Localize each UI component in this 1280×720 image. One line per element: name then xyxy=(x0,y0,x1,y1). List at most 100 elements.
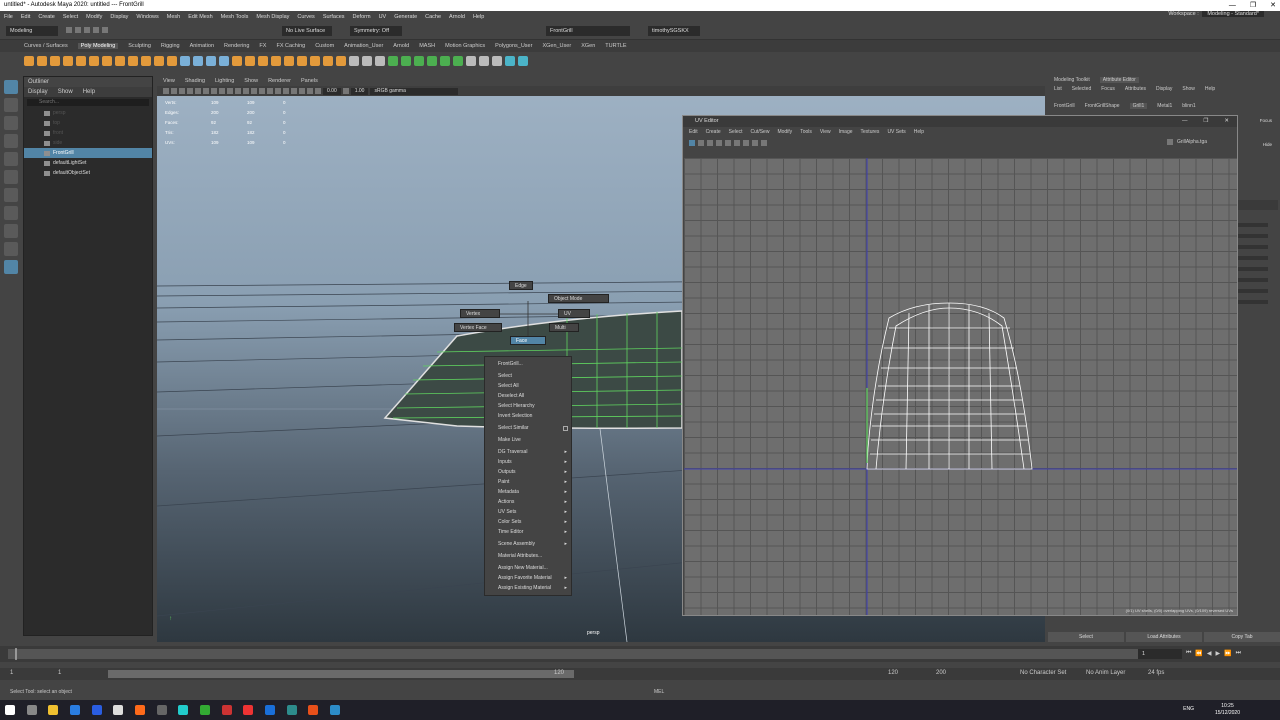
mm-vertex[interactable]: Vertex xyxy=(460,309,500,318)
multi-cut-icon[interactable] xyxy=(310,56,320,66)
fps-dropdown[interactable]: 24 fps xyxy=(1148,670,1164,676)
ae-node-tab[interactable]: FrontGrill xyxy=(1054,103,1075,109)
uv-unfold-icon[interactable] xyxy=(440,56,450,66)
lasso-tool-icon[interactable] xyxy=(4,98,18,112)
live-surface-field[interactable]: No Live Surface xyxy=(282,26,332,36)
app-icon[interactable] xyxy=(308,705,319,715)
context-menu-item[interactable]: Select xyxy=(485,371,571,381)
shelf-tab[interactable]: TURTLE xyxy=(605,43,626,49)
end-frame-1[interactable]: 120 xyxy=(888,670,898,676)
tab-modeling-toolkit[interactable]: Modeling Toolkit xyxy=(1054,77,1090,83)
outliner-item[interactable]: defaultObjectSet xyxy=(24,168,152,178)
outliner-layout-icon[interactable] xyxy=(4,260,18,274)
ae-field[interactable] xyxy=(1238,300,1268,304)
rotate-tool-icon[interactable] xyxy=(4,152,18,166)
app-icon[interactable] xyxy=(243,705,254,715)
uv-menu-uv-sets[interactable]: UV Sets xyxy=(887,129,905,135)
single-layout-icon[interactable] xyxy=(4,206,18,220)
ae-menu-selected[interactable]: Selected xyxy=(1072,86,1091,92)
step-forward-icon[interactable]: ⏩ xyxy=(1224,650,1231,657)
ae-menu-display[interactable]: Display xyxy=(1156,86,1172,92)
merge-icon[interactable] xyxy=(284,56,294,66)
xray-icon[interactable] xyxy=(299,88,305,94)
ae-focus-button[interactable]: Focus xyxy=(1260,118,1272,123)
ae-menu-list[interactable]: List xyxy=(1054,86,1062,92)
scale-tool-icon[interactable] xyxy=(4,170,18,184)
ae-field[interactable] xyxy=(1238,245,1268,249)
option-box-icon[interactable] xyxy=(563,426,568,431)
menu-modify[interactable]: Modify xyxy=(86,14,102,20)
menu-surfaces[interactable]: Surfaces xyxy=(323,14,345,20)
new-scene-icon[interactable] xyxy=(66,27,72,33)
poly-cube-icon[interactable] xyxy=(37,56,47,66)
menu-mesh-tools[interactable]: Mesh Tools xyxy=(221,14,249,20)
grid-icon[interactable] xyxy=(195,88,201,94)
poly-sphere-icon[interactable] xyxy=(24,56,34,66)
menu-create[interactable]: Create xyxy=(38,14,55,20)
outlook-icon[interactable] xyxy=(91,705,102,715)
outliner-item[interactable]: front xyxy=(24,128,152,138)
app-icon[interactable] xyxy=(221,705,232,715)
poly-torus-icon[interactable] xyxy=(76,56,86,66)
outliner-item[interactable]: persp xyxy=(24,108,152,118)
menu-cache[interactable]: Cache xyxy=(425,14,441,20)
menu-display[interactable]: Display xyxy=(110,14,128,20)
tab-attribute-editor[interactable]: Attribute Editor xyxy=(1099,77,1139,83)
svg-icon[interactable] xyxy=(167,56,177,66)
uv-menu-view[interactable]: View xyxy=(820,129,831,135)
select-tool-icon[interactable] xyxy=(4,80,18,94)
name-field[interactable]: FrontGrill xyxy=(546,26,630,36)
paint-select-icon[interactable] xyxy=(4,116,18,130)
ae-field[interactable] xyxy=(1238,234,1268,238)
context-menu-item[interactable]: Outputs ▸ xyxy=(485,467,571,477)
shelf-tab[interactable]: Rendering xyxy=(224,43,249,49)
uv-menu-help[interactable]: Help xyxy=(914,129,924,135)
context-menu-item[interactable]: Invert Selection xyxy=(485,411,571,421)
end-frame-2[interactable]: 200 xyxy=(936,670,946,676)
shelf-tab[interactable]: FX Caching xyxy=(276,43,305,49)
range-end[interactable]: 120 xyxy=(554,670,564,676)
center-pivot-icon[interactable] xyxy=(492,56,502,66)
vp-menu-show[interactable]: Show xyxy=(244,78,258,84)
context-menu-item[interactable]: Material Attributes... xyxy=(485,551,571,561)
uv-frame-icon[interactable] xyxy=(752,139,758,146)
menu-set-dropdown[interactable]: Modeling xyxy=(6,26,58,36)
start-frame[interactable]: 1 xyxy=(10,670,13,676)
ae-node-tab[interactable]: FrontGrillShape xyxy=(1085,103,1120,109)
vp-menu-lighting[interactable]: Lighting xyxy=(215,78,234,84)
mel-label[interactable]: MEL xyxy=(654,686,664,698)
render-icon[interactable] xyxy=(505,56,515,66)
vp-menu-view[interactable]: View xyxy=(163,78,175,84)
ae-menu-show[interactable]: Show xyxy=(1182,86,1195,92)
firefox-icon[interactable] xyxy=(135,705,146,715)
app-icon[interactable] xyxy=(330,705,341,715)
open-scene-icon[interactable] xyxy=(75,27,81,33)
uv-menu-tools[interactable]: Tools xyxy=(800,129,812,135)
shelf-tab[interactable]: Arnold xyxy=(393,43,409,49)
app-icon[interactable] xyxy=(200,705,211,715)
app-icon[interactable] xyxy=(178,705,189,715)
undo-icon[interactable] xyxy=(93,27,99,33)
poly-plane-icon[interactable] xyxy=(89,56,99,66)
shelf-tab[interactable]: Rigging xyxy=(161,43,180,49)
minimize-icon[interactable]: — xyxy=(1229,0,1236,11)
uv-minimize-icon[interactable]: — xyxy=(1182,116,1188,127)
two-layout-icon[interactable] xyxy=(4,242,18,256)
context-menu-item[interactable]: Metadata ▸ xyxy=(485,487,571,497)
context-menu-item[interactable]: UV Sets ▸ xyxy=(485,507,571,517)
language-indicator[interactable]: ENG xyxy=(1183,706,1194,712)
uv-layout-icon[interactable] xyxy=(453,56,463,66)
uv-menu-cut-sew[interactable]: Cut/Sew xyxy=(751,129,770,135)
shelf-tab-active[interactable]: Poly Modeling xyxy=(77,43,119,49)
shadows-icon[interactable] xyxy=(275,88,281,94)
extrude-icon[interactable] xyxy=(232,56,242,66)
freeze-icon[interactable] xyxy=(479,56,489,66)
bookmark-icon[interactable] xyxy=(179,88,185,94)
menu-uv[interactable]: UV xyxy=(379,14,387,20)
play-back-icon[interactable]: ◀ xyxy=(1207,650,1212,657)
wireframe-icon[interactable] xyxy=(243,88,249,94)
shelf-tab[interactable]: XGen xyxy=(581,43,595,49)
shelf-tab[interactable]: Animation xyxy=(190,43,214,49)
uv-sew-icon[interactable] xyxy=(427,56,437,66)
menu-edit[interactable]: Edit xyxy=(21,14,30,20)
